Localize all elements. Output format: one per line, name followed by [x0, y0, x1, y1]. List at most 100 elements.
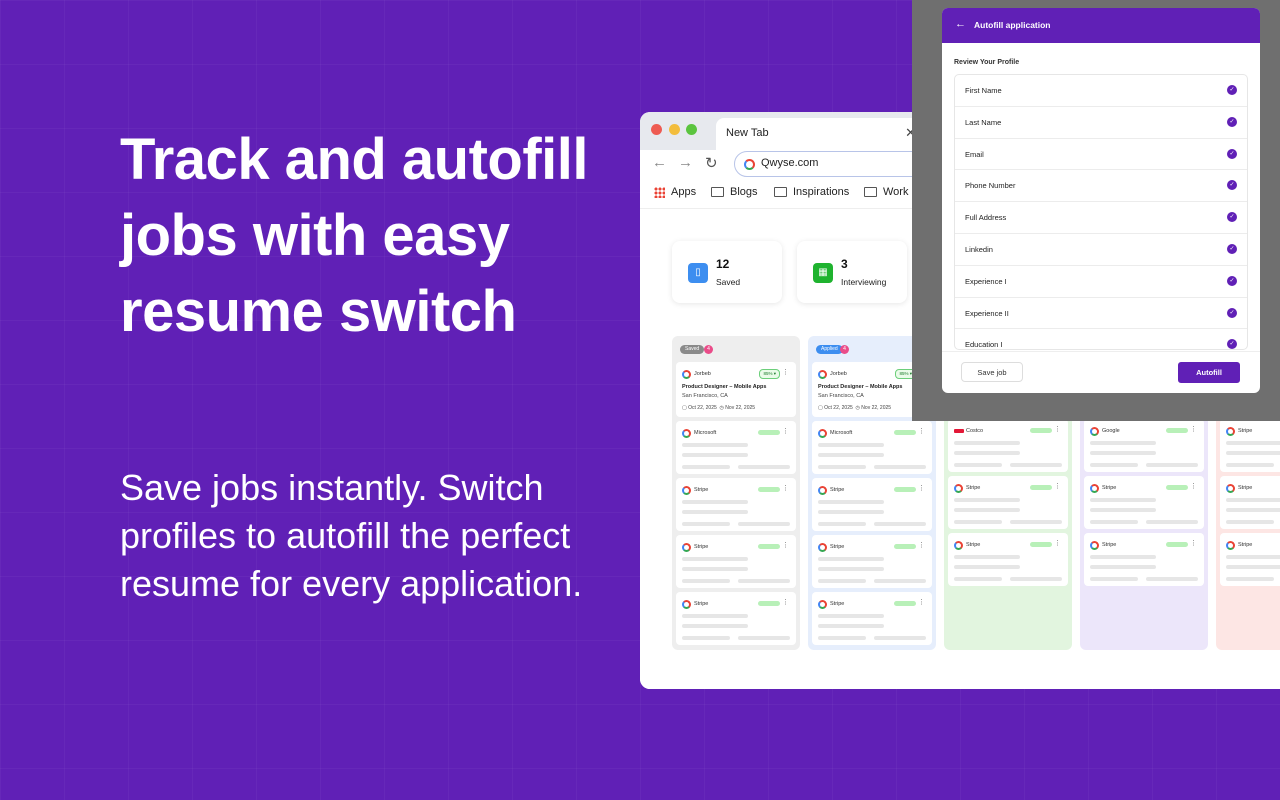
job-card[interactable]: Stripe⋮ [676, 592, 796, 645]
stripe-logo-icon [954, 484, 963, 495]
check-icon[interactable]: ✓ [1227, 212, 1237, 223]
profile-field-row[interactable]: Full Address ✓ [955, 202, 1247, 234]
placeholder-line [818, 522, 866, 526]
bookmark-apps[interactable]: Apps [654, 186, 696, 198]
stat-count: 3 [841, 257, 848, 271]
job-card[interactable]: Microsoft ⋮ [812, 421, 932, 474]
more-options-icon[interactable]: ⋮ [782, 542, 789, 549]
more-options-icon[interactable]: ⋮ [782, 369, 789, 376]
job-card[interactable]: Stripe⋮ [1220, 533, 1280, 586]
more-options-icon[interactable]: ⋮ [782, 485, 789, 492]
match-bar [894, 487, 916, 492]
check-icon[interactable]: ✓ [1227, 275, 1237, 286]
placeholder-line [954, 577, 1002, 581]
folder-icon [711, 187, 724, 197]
autofill-modal: ← Autofill application Review Your Profi… [942, 8, 1260, 393]
job-card[interactable]: Stripe⋮ [948, 533, 1068, 586]
placeholder-line [1090, 508, 1156, 512]
more-options-icon[interactable]: ⋮ [918, 599, 925, 606]
more-options-icon[interactable]: ⋮ [1054, 483, 1061, 490]
bookmark-work[interactable]: Work [864, 186, 908, 198]
placeholder-line [818, 614, 884, 618]
job-card[interactable]: Stripe⋮ [676, 478, 796, 531]
company-name: Stripe [1102, 485, 1117, 491]
placeholder-line [818, 567, 884, 571]
more-options-icon[interactable]: ⋮ [1054, 426, 1061, 433]
more-options-icon[interactable]: ⋮ [782, 599, 789, 606]
stripe-logo-icon [682, 543, 691, 554]
job-card[interactable]: Stripe⋮ [812, 535, 932, 588]
profile-field-label: First Name [965, 86, 1002, 95]
browser-tab[interactable]: New Tab ✕ [716, 118, 926, 150]
placeholder-line [682, 636, 730, 640]
maximize-window-button[interactable] [686, 124, 697, 135]
job-card[interactable]: Stripe⋮ [812, 478, 932, 531]
check-icon[interactable]: ✓ [1227, 339, 1237, 349]
more-options-icon[interactable]: ⋮ [1190, 483, 1197, 490]
placeholder-line [1010, 520, 1062, 524]
stripe-logo-icon [1090, 541, 1099, 552]
profile-field-row[interactable]: Experience II ✓ [955, 298, 1247, 330]
close-window-button[interactable] [651, 124, 662, 135]
check-icon[interactable]: ✓ [1227, 148, 1237, 159]
company-name: Stripe [1102, 542, 1117, 548]
more-options-icon[interactable]: ⋮ [1190, 540, 1197, 547]
job-card[interactable]: Stripe⋮ [676, 535, 796, 588]
google-icon [744, 159, 755, 170]
profile-field-row[interactable]: Experience I ✓ [955, 266, 1247, 298]
check-icon[interactable]: ✓ [1227, 307, 1237, 318]
save-job-button[interactable]: Save job [961, 362, 1023, 382]
profile-field-row[interactable]: First Name ✓ [955, 75, 1247, 107]
stat-card-interviewing[interactable]: ▦ 3 Interviewing [797, 241, 907, 303]
more-options-icon[interactable]: ⋮ [918, 428, 925, 435]
stripe-logo-icon [1226, 541, 1235, 552]
profile-field-row[interactable]: Education I ✓ [955, 329, 1247, 349]
profile-field-label: Email [965, 149, 984, 159]
stripe-logo-icon [1226, 484, 1235, 495]
placeholder-line [1226, 577, 1274, 581]
job-card[interactable]: Costco ⋮ [948, 419, 1068, 472]
date-end: Nov 22, 2025 [861, 405, 892, 411]
check-icon[interactable]: ✓ [1227, 180, 1237, 191]
job-card[interactable]: Stripe⋮ [812, 592, 932, 645]
profile-field-row[interactable]: Email ✓ [955, 139, 1247, 171]
forward-arrow-icon[interactable]: → [678, 154, 693, 171]
more-options-icon[interactable]: ⋮ [1054, 540, 1061, 547]
check-icon[interactable]: ✓ [1227, 243, 1237, 254]
back-arrow-icon[interactable]: ← [955, 18, 966, 30]
apps-grid-icon [654, 186, 665, 198]
more-options-icon[interactable]: ⋮ [782, 428, 789, 435]
job-location: San Francisco, CA [818, 393, 864, 399]
stat-label: Interviewing [841, 277, 887, 287]
job-card[interactable]: Stripe⋮ [948, 476, 1068, 529]
more-options-icon[interactable]: ⋮ [1190, 426, 1197, 433]
bookmark-blogs[interactable]: Blogs [711, 186, 758, 198]
more-options-icon[interactable]: ⋮ [918, 542, 925, 549]
job-card-featured[interactable]: Jorbeb 85% ▾⋮ Product Designer – Mobile Ap… [676, 362, 796, 417]
stat-label: Saved [716, 277, 741, 287]
check-icon[interactable]: ✓ [1227, 85, 1237, 95]
placeholder-line [1146, 577, 1198, 581]
job-card[interactable]: Stripe⋮ [1220, 419, 1280, 472]
profile-field-row[interactable]: Phone Number ✓ [955, 170, 1247, 203]
placeholder-line [682, 624, 748, 628]
job-card[interactable]: Stripe⋮ [1220, 476, 1280, 529]
reload-icon[interactable]: ↻ [705, 154, 718, 172]
more-options-icon[interactable]: ⋮ [918, 485, 925, 492]
back-arrow-icon[interactable]: ← [652, 154, 667, 171]
count-badge: 4 [704, 345, 713, 354]
date-start: Oct 22, 2025 [824, 405, 853, 411]
check-icon[interactable]: ✓ [1227, 116, 1237, 127]
autofill-button[interactable]: Autofill [1178, 362, 1240, 383]
hero-headline: Track and autofill jobs with easy resume… [120, 127, 589, 344]
profile-field-row[interactable]: Linkedin ✓ [955, 234, 1247, 266]
bookmark-inspirations[interactable]: Inspirations [774, 186, 849, 198]
job-card[interactable]: Stripe ⋮ [1084, 476, 1204, 529]
profile-field-row[interactable]: Last Name ✓ [955, 107, 1247, 139]
stat-card-saved[interactable]: ▯ 12 Saved [672, 241, 782, 303]
job-card[interactable]: Stripe ⋮ [1084, 533, 1204, 586]
placeholder-line [874, 465, 926, 469]
minimize-window-button[interactable] [669, 124, 680, 135]
job-card[interactable]: Microsoft ⋮ [676, 421, 796, 474]
job-card[interactable]: Google ⋮ [1084, 419, 1204, 472]
